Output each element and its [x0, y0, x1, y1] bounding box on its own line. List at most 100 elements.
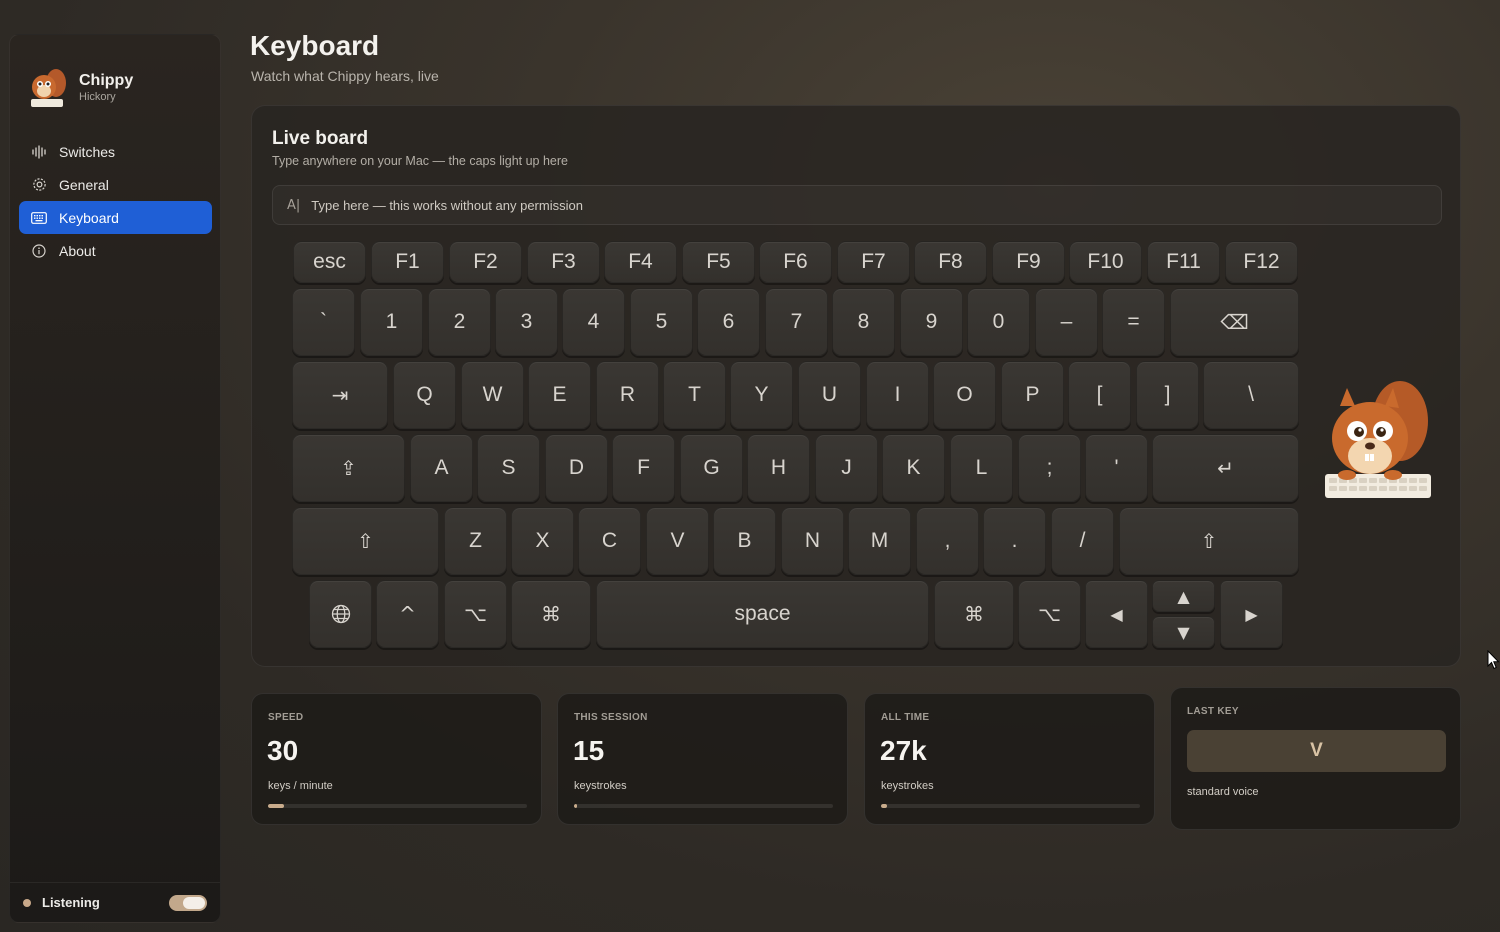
arrow-left-key[interactable]: ◀: [1085, 580, 1148, 648]
sidebar-item-label: About: [59, 242, 96, 259]
key-r[interactable]: R: [596, 361, 659, 429]
key-s[interactable]: S: [477, 434, 540, 502]
key-0[interactable]: 0: [967, 288, 1030, 356]
key-f12[interactable]: F12: [1225, 241, 1298, 283]
page-title: Keyboard: [250, 30, 380, 61]
stat-label: ALL TIME: [881, 712, 930, 723]
key-x[interactable]: X: [511, 507, 574, 575]
key-i[interactable]: I: [866, 361, 929, 429]
key-5[interactable]: 5: [630, 288, 693, 356]
key-w[interactable]: W: [461, 361, 524, 429]
globe-key[interactable]: [309, 580, 372, 648]
key-t[interactable]: T: [663, 361, 726, 429]
profile-subtitle: Hickory: [79, 91, 116, 103]
type-input-placeholder: Type here — this works without any permi…: [311, 197, 583, 213]
sidebar-item-keyboard[interactable]: Keyboard: [19, 201, 212, 234]
key-[interactable]: ': [1085, 434, 1148, 502]
key-f[interactable]: F: [612, 434, 675, 502]
key-f9[interactable]: F9: [992, 241, 1065, 283]
space-key[interactable]: space: [596, 580, 929, 648]
key-o[interactable]: O: [933, 361, 996, 429]
key-q[interactable]: Q: [393, 361, 456, 429]
key-j[interactable]: J: [815, 434, 878, 502]
key-g[interactable]: G: [680, 434, 743, 502]
key-1[interactable]: 1: [360, 288, 423, 356]
caps-lock-key[interactable]: ⇪: [292, 434, 405, 502]
last-key-card: LAST KEY V standard voice: [1170, 687, 1461, 830]
key-c[interactable]: C: [578, 507, 641, 575]
listening-toggle[interactable]: [169, 894, 207, 911]
stat-label: THIS SESSION: [574, 712, 648, 723]
last-key-value: V: [1187, 730, 1446, 772]
stat-unit: keys / minute: [268, 780, 333, 792]
key-k[interactable]: K: [882, 434, 945, 502]
esc-key[interactable]: esc: [293, 241, 366, 283]
key-f11[interactable]: F11: [1147, 241, 1220, 283]
key-a[interactable]: A: [410, 434, 473, 502]
shift-key[interactable]: ⇧: [292, 507, 439, 575]
key-[interactable]: .: [983, 507, 1046, 575]
key-p[interactable]: P: [1001, 361, 1064, 429]
key-9[interactable]: 9: [900, 288, 963, 356]
key-f6[interactable]: F6: [759, 241, 832, 283]
key-u[interactable]: U: [798, 361, 861, 429]
option-key[interactable]: ⌥: [444, 580, 507, 648]
command-key[interactable]: ⌘: [511, 580, 591, 648]
stat-label: LAST KEY: [1187, 706, 1239, 717]
sidebar-item-general[interactable]: General: [19, 168, 212, 201]
profile: Chippy Hickory: [26, 67, 133, 109]
key-[interactable]: `: [292, 288, 355, 356]
key-[interactable]: /: [1051, 507, 1114, 575]
key-y[interactable]: Y: [730, 361, 793, 429]
key-[interactable]: ,: [916, 507, 979, 575]
arrow-up-key[interactable]: ▲: [1152, 580, 1215, 612]
key-[interactable]: ;: [1018, 434, 1081, 502]
key-[interactable]: ]: [1136, 361, 1199, 429]
key-2[interactable]: 2: [428, 288, 491, 356]
key-v[interactable]: V: [646, 507, 709, 575]
key-8[interactable]: 8: [832, 288, 895, 356]
key-6[interactable]: 6: [697, 288, 760, 356]
tab-key[interactable]: ⇥: [292, 361, 388, 429]
key-[interactable]: =: [1102, 288, 1165, 356]
key-[interactable]: \: [1203, 361, 1299, 429]
option-key[interactable]: ⌥: [1018, 580, 1081, 648]
key-h[interactable]: H: [747, 434, 810, 502]
key-f2[interactable]: F2: [449, 241, 522, 283]
key-f1[interactable]: F1: [371, 241, 444, 283]
backspace-key[interactable]: ⌫: [1170, 288, 1299, 356]
waveform-icon: [31, 144, 47, 160]
key-m[interactable]: M: [848, 507, 911, 575]
stat-unit: keystrokes: [881, 780, 934, 792]
session-progress-bar: [574, 804, 833, 808]
key-4[interactable]: 4: [562, 288, 625, 356]
key-f8[interactable]: F8: [914, 241, 987, 283]
shift-key[interactable]: ⇧: [1119, 507, 1299, 575]
key-f10[interactable]: F10: [1069, 241, 1142, 283]
info-icon: [31, 243, 47, 259]
sidebar-item-about[interactable]: About: [19, 234, 212, 267]
key-f7[interactable]: F7: [837, 241, 910, 283]
return-key[interactable]: ↵: [1152, 434, 1299, 502]
key-[interactable]: –: [1035, 288, 1098, 356]
type-input-field[interactable]: A| Type here — this works without any pe…: [272, 185, 1442, 225]
key-[interactable]: [: [1068, 361, 1131, 429]
control-key[interactable]: ^: [376, 580, 439, 648]
live-board-card: Live board Type anywhere on your Mac — t…: [251, 105, 1461, 667]
key-7[interactable]: 7: [765, 288, 828, 356]
command-key[interactable]: ⌘: [934, 580, 1014, 648]
key-l[interactable]: L: [950, 434, 1013, 502]
sidebar-item-switches[interactable]: Switches: [19, 135, 212, 168]
key-e[interactable]: E: [528, 361, 591, 429]
key-z[interactable]: Z: [444, 507, 507, 575]
key-n[interactable]: N: [781, 507, 844, 575]
squirrel-mascot: [1315, 376, 1435, 501]
key-f3[interactable]: F3: [527, 241, 600, 283]
key-f5[interactable]: F5: [682, 241, 755, 283]
key-f4[interactable]: F4: [604, 241, 677, 283]
key-b[interactable]: B: [713, 507, 776, 575]
key-d[interactable]: D: [545, 434, 608, 502]
key-3[interactable]: 3: [495, 288, 558, 356]
arrow-down-key[interactable]: ▼: [1152, 616, 1215, 648]
arrow-right-key[interactable]: ▶: [1220, 580, 1283, 648]
